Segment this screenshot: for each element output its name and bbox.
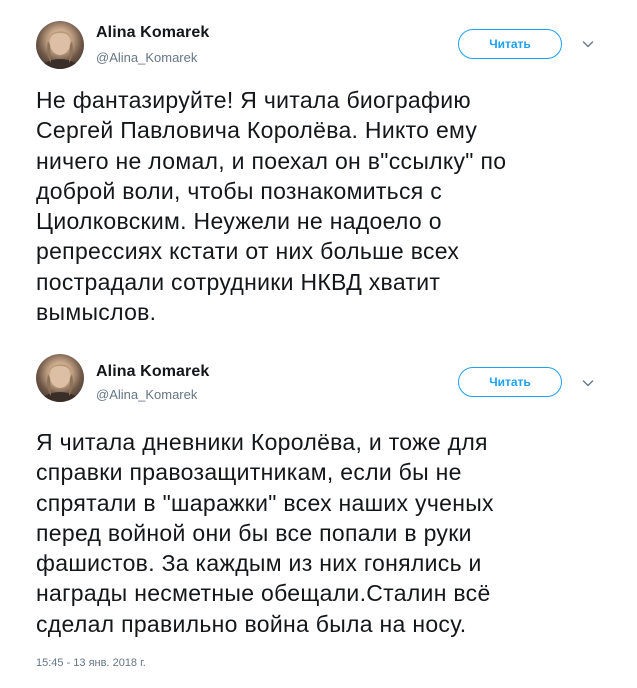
tweet-text-line: фашистов. За каждым из них гонялись и <box>36 550 482 577</box>
follow-button[interactable]: Читать <box>458 29 562 59</box>
tweet-text: Я читала дневники Королёва, и тоже для с… <box>36 427 606 639</box>
tweet-text-line: награды несметные обещали.Сталин всё <box>36 580 491 607</box>
tweet-text-line: спрятали в "шаражки" всех наших ученых <box>36 489 494 516</box>
tweet-text-line: Не фантазируйте! Я читала биографию <box>36 87 471 113</box>
tweet-text-line: перед войной они бы все попали в руки <box>36 519 472 546</box>
avatar[interactable] <box>36 21 84 69</box>
tweet-text-line: ничего не ломал, и поехал он в"ссылку" п… <box>36 147 507 174</box>
tweet-text-line: справки правозащитникам, если бы не <box>36 459 462 486</box>
tweet-text-line: репрессиях кстати от них больше всех <box>36 238 460 265</box>
follow-button[interactable]: Читать <box>458 367 562 397</box>
tweet-text-line: доброй воли, чтобы познакомиться с <box>36 177 443 204</box>
avatar[interactable] <box>36 354 84 402</box>
tweet: Alina Komarek @Alina_Komarek Читать Я чи… <box>0 340 637 688</box>
user-handle[interactable]: @Alina_Komarek <box>96 50 197 65</box>
user-name[interactable]: Alina Komarek <box>96 24 209 42</box>
chevron-down-icon[interactable] <box>580 375 596 391</box>
tweet-text-line: Циолковским. Неужели не надоело о <box>36 208 442 235</box>
user-handle[interactable]: @Alina_Komarek <box>96 387 197 402</box>
tweet-text: Не фантазируйте! Я читала биографию Серг… <box>36 85 606 327</box>
tweet-text-line: Я читала дневники Королёва, и тоже для <box>36 429 488 455</box>
tweet-text-line: сделал правильно война была на носу. <box>36 610 467 637</box>
tweet-text-line: пострадали сотрудники НКВД хватит <box>36 268 441 295</box>
user-name[interactable]: Alina Komarek <box>96 363 209 381</box>
chevron-down-icon[interactable] <box>580 36 596 52</box>
tweet: Alina Komarek @Alina_Komarek Читать Не ф… <box>0 0 637 340</box>
tweet-text-line: Сергей Павловича Королёва. Никто ему <box>36 117 478 144</box>
timestamp[interactable]: 15:45 - 13 янв. 2018 г. <box>36 657 146 669</box>
tweet-text-line: вымыслов. <box>36 299 157 326</box>
